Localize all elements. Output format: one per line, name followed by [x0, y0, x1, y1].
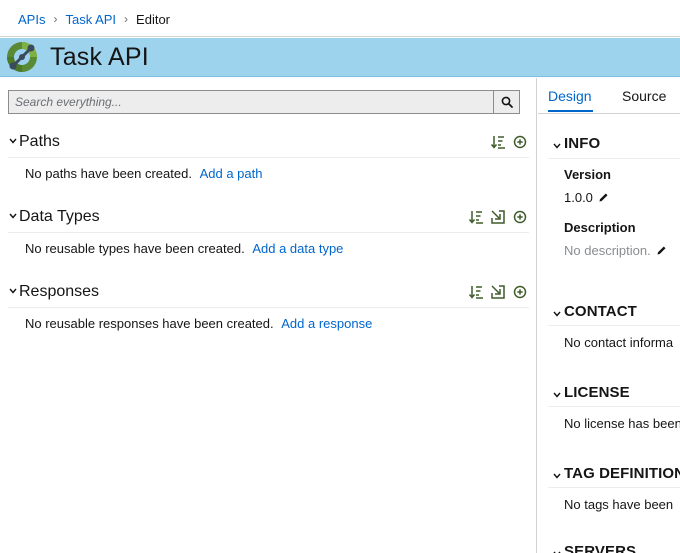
data-types-section-title: Data Types [19, 208, 100, 225]
paths-section-title: Paths [19, 133, 60, 150]
header-divider [0, 36, 680, 37]
contact-empty-text: No contact informa [564, 335, 674, 350]
license-section-title[interactable]: LICENSE [564, 384, 630, 401]
data-types-empty-message: No reusable types have been created. Add… [25, 241, 343, 256]
active-tab-indicator [548, 110, 593, 112]
tag-definitions-section-title[interactable]: TAG DEFINITION [564, 465, 680, 482]
section-divider [8, 157, 529, 158]
chevron-down-icon[interactable] [552, 307, 562, 321]
sort-icon[interactable] [467, 208, 485, 226]
data-types-section-header[interactable]: Data Types [0, 204, 537, 230]
search-box [8, 90, 520, 114]
section-divider [8, 307, 529, 308]
responses-empty-text: No reusable responses have been created. [25, 316, 274, 331]
version-value[interactable]: 1.0.0 [564, 190, 609, 205]
section-divider [548, 487, 680, 488]
add-response-link[interactable]: Add a response [281, 316, 372, 331]
version-text: 1.0.0 [564, 190, 593, 205]
breadcrumb-task-api-link[interactable]: Task API [65, 12, 116, 27]
properties-panel: Design Source INFO Version 1.0.0 Descrip… [538, 78, 680, 553]
data-types-section: Data Types No reusable types have been c… [0, 204, 537, 264]
chevron-down-icon[interactable] [7, 284, 19, 298]
add-data-type-link[interactable]: Add a data type [252, 241, 343, 256]
breadcrumb-separator: › [53, 12, 58, 26]
responses-section-header[interactable]: Responses [0, 279, 537, 305]
search-icon [501, 96, 513, 108]
tag-definitions-section: TAG DEFINITION No tags have been [538, 465, 680, 525]
description-value[interactable]: No description. [564, 243, 667, 258]
license-section: LICENSE No license has been [538, 384, 680, 444]
sort-icon[interactable] [467, 283, 485, 301]
paths-section-header[interactable]: Paths [0, 129, 537, 155]
info-section-title[interactable]: INFO [564, 135, 600, 152]
contact-section-title[interactable]: CONTACT [564, 303, 637, 320]
pencil-icon[interactable] [656, 245, 667, 256]
tab-design[interactable]: Design [548, 88, 592, 104]
breadcrumb-separator: › [124, 12, 129, 26]
add-data-type-icon[interactable] [511, 208, 529, 226]
import-icon[interactable] [489, 208, 507, 226]
description-label: Description [564, 220, 636, 235]
paths-section: Paths No paths have been created. Add a … [0, 129, 537, 189]
sort-icon[interactable] [489, 133, 507, 151]
tags-empty-text: No tags have been [564, 497, 674, 512]
description-text: No description. [564, 243, 651, 258]
info-section: INFO Version 1.0.0 Description No descri… [538, 135, 680, 265]
pencil-icon[interactable] [598, 192, 609, 203]
add-path-link[interactable]: Add a path [200, 166, 263, 181]
chevron-down-icon[interactable] [7, 134, 19, 148]
section-divider [548, 325, 680, 326]
section-divider [548, 158, 680, 159]
section-divider [548, 406, 680, 407]
api-title-bar: Task API [0, 38, 680, 77]
data-types-empty-text: No reusable types have been created. [25, 241, 245, 256]
apicurio-logo-icon [4, 39, 40, 75]
responses-section: Responses No reusable responses have bee… [0, 279, 537, 339]
responses-section-actions [467, 283, 529, 301]
license-empty-text: No license has been [564, 416, 680, 431]
breadcrumb-apis-link[interactable]: APIs [18, 12, 45, 27]
breadcrumb: APIs › Task API › Editor [18, 10, 170, 28]
import-icon[interactable] [489, 283, 507, 301]
tabs-divider [538, 113, 680, 114]
paths-empty-message: No paths have been created. Add a path [25, 166, 262, 181]
version-label: Version [564, 167, 611, 182]
add-path-icon[interactable] [511, 133, 529, 151]
contact-section: CONTACT No contact informa [538, 303, 680, 363]
search-button[interactable] [493, 91, 519, 113]
responses-section-title: Responses [19, 283, 100, 300]
chevron-down-icon[interactable] [7, 209, 19, 223]
section-divider [8, 232, 529, 233]
main-editor-panel: Paths No paths have been created. Add a … [0, 78, 537, 553]
search-input[interactable] [9, 91, 493, 113]
page-title: Task API [50, 42, 149, 71]
paths-section-actions [489, 133, 529, 151]
chevron-down-icon[interactable] [552, 547, 562, 553]
servers-section-title[interactable]: SERVERS [564, 543, 636, 553]
chevron-down-icon[interactable] [552, 139, 562, 153]
paths-empty-text: No paths have been created. [25, 166, 192, 181]
chevron-down-icon[interactable] [552, 388, 562, 402]
editor-tabs: Design Source [538, 78, 680, 114]
add-response-icon[interactable] [511, 283, 529, 301]
servers-section: SERVERS [538, 543, 680, 553]
chevron-down-icon[interactable] [552, 469, 562, 483]
breadcrumb-current: Editor [136, 11, 171, 27]
data-types-section-actions [467, 208, 529, 226]
responses-empty-message: No reusable responses have been created.… [25, 316, 372, 331]
tab-source[interactable]: Source [622, 88, 666, 104]
